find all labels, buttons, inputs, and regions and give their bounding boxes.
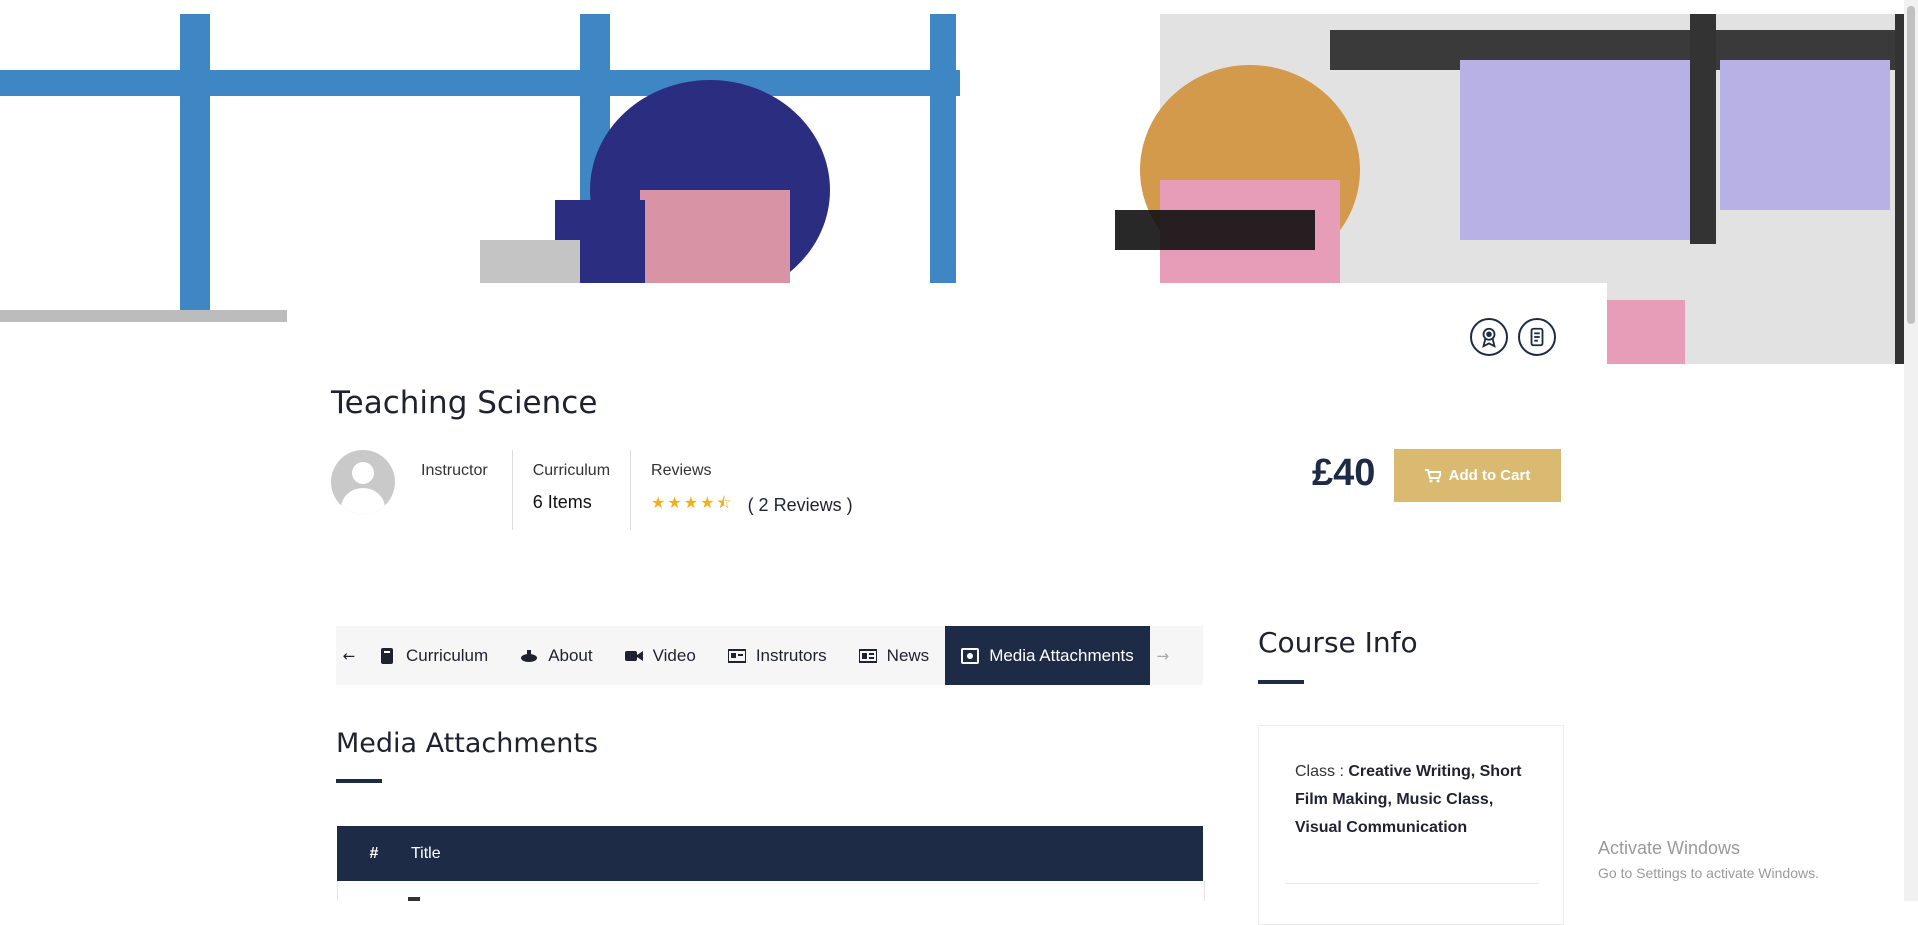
scrollbar-thumb[interactable]: [1907, 6, 1915, 324]
course-info-title: Course Info: [1258, 626, 1418, 659]
tabs-prev-arrow[interactable]: ←: [336, 626, 362, 685]
tabs-next-arrow[interactable]: →: [1150, 626, 1176, 685]
course-info-underline: [1258, 680, 1304, 684]
curriculum-label: Curriculum: [532, 462, 611, 479]
certificate-badge[interactable]: [1470, 318, 1508, 356]
id-card-icon: [727, 648, 746, 663]
reviews-count[interactable]: ( 2 Reviews ): [748, 495, 853, 516]
col-title-header: Title: [411, 844, 441, 862]
course-badges: [1470, 318, 1556, 356]
tab-instructors[interactable]: Instrutors: [712, 626, 843, 685]
course-title: Teaching Science: [331, 385, 598, 421]
file-icon: [408, 897, 420, 901]
windows-watermark: Activate Windows Go to Settings to activ…: [1598, 838, 1819, 881]
class-info: Class : Creative Writing, Short Film Mak…: [1295, 758, 1535, 842]
reviews-label: Reviews: [651, 462, 712, 479]
course-price: £40: [1312, 452, 1376, 494]
rating-stars: ★★★★⯪: [651, 495, 734, 512]
instructor-avatar[interactable]: [331, 450, 395, 514]
media-icon: [961, 647, 980, 664]
col-number-header: #: [369, 844, 379, 862]
course-tabs: ← Curriculum About Video Instrutors News…: [336, 626, 1203, 685]
tab-media-attachments[interactable]: Media Attachments: [945, 626, 1150, 685]
add-to-cart-label: Add to Cart: [1448, 467, 1531, 484]
newspaper-icon: [858, 648, 877, 663]
table-row: [337, 881, 1205, 901]
tab-about[interactable]: About: [504, 626, 608, 685]
media-table-header: # Title: [337, 826, 1203, 881]
curriculum-count: 6 Items: [532, 492, 592, 512]
document-icon: [1530, 327, 1544, 347]
tab-curriculum[interactable]: Curriculum: [362, 626, 504, 685]
class-label: Class :: [1295, 763, 1349, 780]
hero-image: [0, 0, 1918, 364]
info-divider: [1285, 883, 1539, 884]
instructor-label: Instructor: [421, 462, 488, 479]
media-section-title: Media Attachments: [336, 728, 599, 759]
about-icon: [521, 649, 538, 662]
instructor-block: Instructor: [421, 450, 512, 530]
document-badge[interactable]: [1518, 318, 1556, 356]
course-info-card: Class : Creative Writing, Short Film Mak…: [1258, 725, 1564, 925]
reviews-block: Reviews ★★★★⯪ ( 2 Reviews ): [630, 450, 873, 530]
add-to-cart-button[interactable]: Add to Cart: [1394, 449, 1561, 502]
page-scrollbar[interactable]: [1904, 0, 1918, 901]
curriculum-block: Curriculum 6 Items: [511, 450, 630, 530]
hero-bottom-mask: [287, 283, 1607, 364]
cart-icon: [1424, 468, 1441, 482]
course-meta: Instructor Curriculum 6 Items Reviews ★★…: [331, 450, 873, 530]
watermark-line1: Activate Windows: [1598, 838, 1741, 858]
watermark-line2: Go to Settings to activate Windows.: [1598, 865, 1819, 881]
video-icon: [624, 650, 643, 661]
media-title-underline: [336, 779, 382, 783]
award-icon: [1482, 327, 1496, 348]
book-icon: [381, 647, 393, 664]
tab-news[interactable]: News: [843, 626, 946, 685]
tab-video[interactable]: Video: [609, 626, 712, 685]
